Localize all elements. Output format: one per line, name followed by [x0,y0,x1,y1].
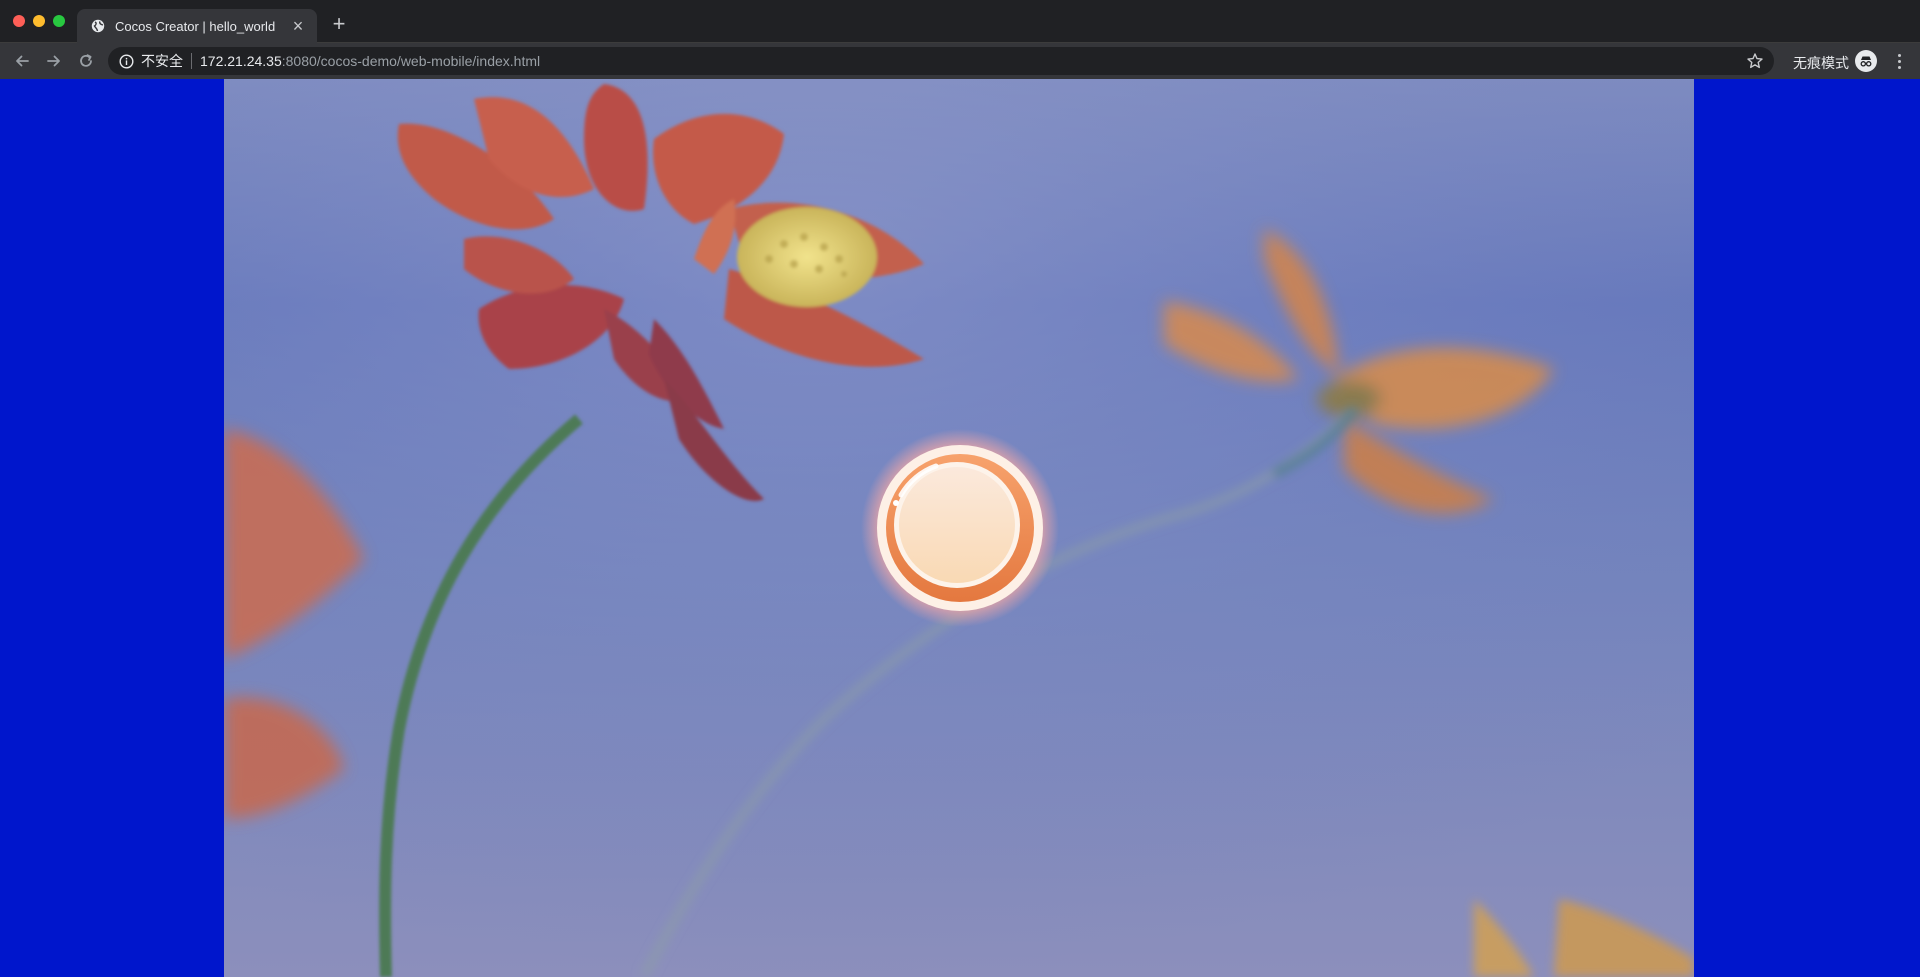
tab-close-icon[interactable]: × [287,15,309,37]
reload-button[interactable] [72,47,100,75]
omnibox-divider [191,53,192,69]
browser-toolbar: 不安全 172.21.24.35:8080/cocos-demo/web-mob… [0,43,1920,79]
tab-title: Cocos Creator | hello_world [115,18,276,34]
security-status[interactable]: 不安全 [141,51,183,71]
close-window-button[interactable] [13,15,25,27]
url-host: 172.21.24.35 [200,53,282,69]
browser-tab[interactable]: Cocos Creator | hello_world × [77,9,317,43]
bookmark-star-icon[interactable] [1746,52,1764,70]
game-canvas[interactable] [224,79,1694,977]
info-icon[interactable] [118,53,134,69]
forward-button[interactable] [40,47,68,75]
arrow-right-icon [47,55,60,67]
address-bar[interactable]: 不安全 172.21.24.35:8080/cocos-demo/web-mob… [108,47,1774,75]
orb-button-icon [861,429,1059,627]
kebab-menu-icon[interactable] [1887,49,1911,73]
url-text[interactable]: 172.21.24.35:8080/cocos-demo/web-mobile/… [200,53,540,69]
play-button[interactable] [861,429,1059,627]
arrow-left-icon [16,55,29,67]
incognito-label[interactable]: 无痕模式 [1793,53,1849,73]
globe-icon [90,18,106,34]
page-viewport [0,79,1920,977]
minimize-window-button[interactable] [33,15,45,27]
back-button[interactable] [8,47,36,75]
tab-strip: Cocos Creator | hello_world × + [0,0,1920,43]
zoom-window-button[interactable] [53,15,65,27]
incognito-icon[interactable] [1855,50,1877,72]
url-path: :8080/cocos-demo/web-mobile/index.html [281,53,541,69]
new-tab-button[interactable]: + [327,12,351,36]
reload-icon [80,54,92,67]
